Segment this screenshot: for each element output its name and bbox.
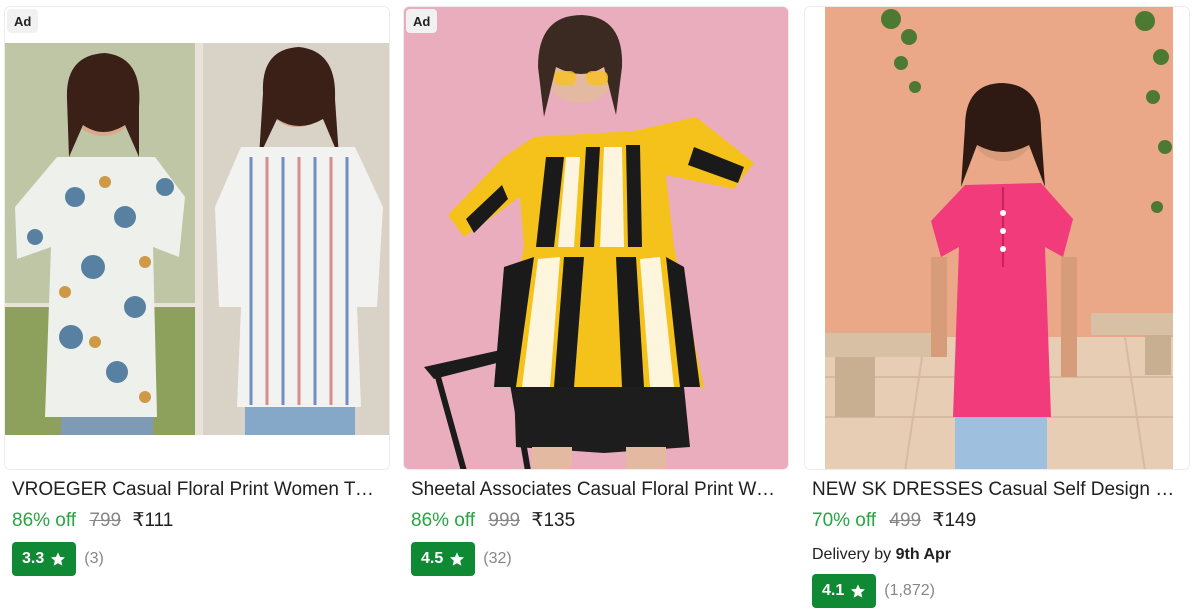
- rating-value: 4.5: [421, 550, 444, 567]
- product-title[interactable]: Sheetal Associates Casual Floral Print W…: [411, 478, 783, 502]
- discount-percent: 70% off: [812, 510, 877, 531]
- product-image[interactable]: Ad: [403, 6, 789, 470]
- star-icon: [450, 552, 465, 566]
- rating-value: 4.1: [822, 582, 845, 599]
- discount-percent: 86% off: [12, 510, 77, 531]
- rating-badge: 4.5: [411, 542, 476, 576]
- delivery-info: Delivery by 9th Apr: [812, 545, 951, 565]
- original-price: 799: [89, 510, 122, 531]
- price-row: 86% off 799 ₹111: [12, 509, 173, 533]
- product-card[interactable]: NEW SK DRESSES Casual Self Design Women …: [804, 0, 1194, 612]
- star-icon: [851, 584, 866, 598]
- product-photo: [5, 7, 389, 469]
- selling-price: ₹111: [132, 510, 174, 531]
- original-price: 499: [889, 510, 922, 531]
- original-price: 999: [488, 510, 521, 531]
- rating-row: 4.1 (1,872): [812, 574, 935, 608]
- rating-count: (3): [84, 550, 104, 567]
- product-card[interactable]: Ad Sheetal Associates Casual Floral Prin…: [403, 0, 793, 612]
- product-title[interactable]: NEW SK DRESSES Casual Self Design Women …: [812, 478, 1184, 502]
- product-image[interactable]: Ad: [4, 6, 390, 470]
- rating-count: (1,872): [884, 582, 935, 599]
- product-photo: [805, 7, 1189, 469]
- product-photo: [404, 7, 788, 469]
- star-icon: [51, 552, 66, 566]
- price-row: 70% off 499 ₹149: [812, 509, 976, 533]
- delivery-date: 9th Apr: [895, 546, 951, 563]
- product-card[interactable]: Ad VROEGER Casual Floral Print Women Tun…: [4, 0, 394, 612]
- ad-badge: Ad: [7, 9, 39, 33]
- rating-badge: 3.3: [12, 542, 77, 576]
- delivery-prefix: Delivery by: [812, 546, 892, 563]
- discount-percent: 86% off: [411, 510, 476, 531]
- product-image[interactable]: [804, 6, 1190, 470]
- product-title[interactable]: VROEGER Casual Floral Print Women Tunic: [12, 478, 384, 502]
- rating-count: (32): [483, 550, 512, 567]
- price-row: 86% off 999 ₹135: [411, 509, 575, 533]
- rating-row: 4.5 (32): [411, 542, 512, 576]
- ad-badge: Ad: [406, 9, 438, 33]
- rating-row: 3.3 (3): [12, 542, 104, 576]
- rating-value: 3.3: [22, 550, 45, 567]
- rating-badge: 4.1: [812, 574, 877, 608]
- selling-price: ₹135: [531, 510, 576, 531]
- selling-price: ₹149: [932, 510, 977, 531]
